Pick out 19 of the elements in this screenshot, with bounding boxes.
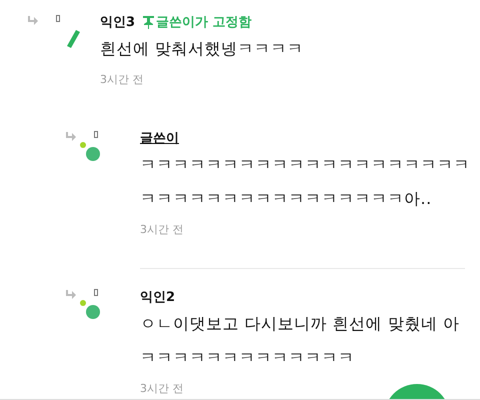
reply-arrow-icon: [64, 290, 76, 300]
placeholder-icon: [94, 131, 98, 138]
timestamp: 3시간 전: [140, 222, 184, 237]
author-name[interactable]: 익인3: [100, 13, 136, 31]
comment-text: 흰선에 맞춰서했넹ㅋㅋㅋㅋ: [100, 38, 305, 60]
pin-icon: [143, 16, 154, 28]
reply-arrow-icon: [64, 132, 76, 142]
comment-text: ㅋㅋㅋㅋㅋㅋㅋㅋㅋㅋㅋㅋㅋㅋㅋㅋ아..: [140, 188, 433, 210]
timestamp: 3시간 전: [100, 72, 144, 87]
pinned-label: 글쓴이가 고정함: [156, 14, 252, 31]
comment-text: ㅇㄴ이댓보고 다시보니까 흰선에 맞췄네 아: [140, 313, 460, 335]
placeholder-icon: [94, 289, 98, 296]
placeholder-icon: [56, 15, 60, 22]
author-name[interactable]: 글쓴이: [140, 129, 179, 147]
comment-text: ㅋㅋㅋㅋㅋㅋㅋㅋㅋㅋㅋㅋㅋ: [140, 347, 356, 369]
reply-arrow-icon: [26, 16, 38, 26]
comment-text: ㅋㅋㅋㅋㅋㅋㅋㅋㅋㅋㅋㅋㅋㅋㅋㅋㅋㅋㅋㅋ: [140, 154, 471, 176]
timestamp: 3시간 전: [140, 381, 184, 396]
author-name[interactable]: 익인2: [140, 288, 176, 306]
